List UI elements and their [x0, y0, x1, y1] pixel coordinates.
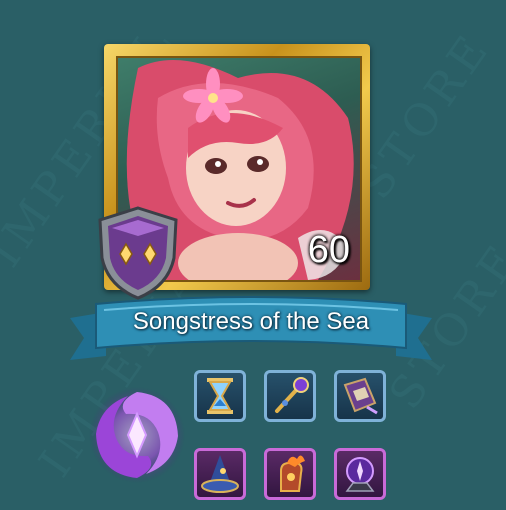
spellbook-icon	[343, 377, 378, 415]
wizard-hat-icon	[201, 455, 239, 493]
hero-level: 60	[307, 229, 350, 271]
equipment-slot-scepter[interactable]	[264, 370, 316, 422]
scepter-icon	[275, 377, 309, 413]
purple-swirl-faction-icon[interactable]	[86, 384, 188, 486]
equipment-slot-flame-gauntlet[interactable]	[264, 448, 316, 500]
hourglass-icon	[207, 378, 233, 414]
equipment-slot-wizard-hat[interactable]	[194, 448, 246, 500]
purple-rank-shield-icon[interactable]	[96, 206, 180, 300]
hero-name: Songstress of the Sea	[132, 308, 370, 335]
equipment-slot-hourglass[interactable]	[194, 370, 246, 422]
flame-gauntlet-icon	[280, 455, 305, 492]
crystal-orb-icon	[345, 457, 375, 492]
equipment-slot-spellbook[interactable]	[334, 370, 386, 422]
equipment-slot-crystal-orb[interactable]	[334, 448, 386, 500]
